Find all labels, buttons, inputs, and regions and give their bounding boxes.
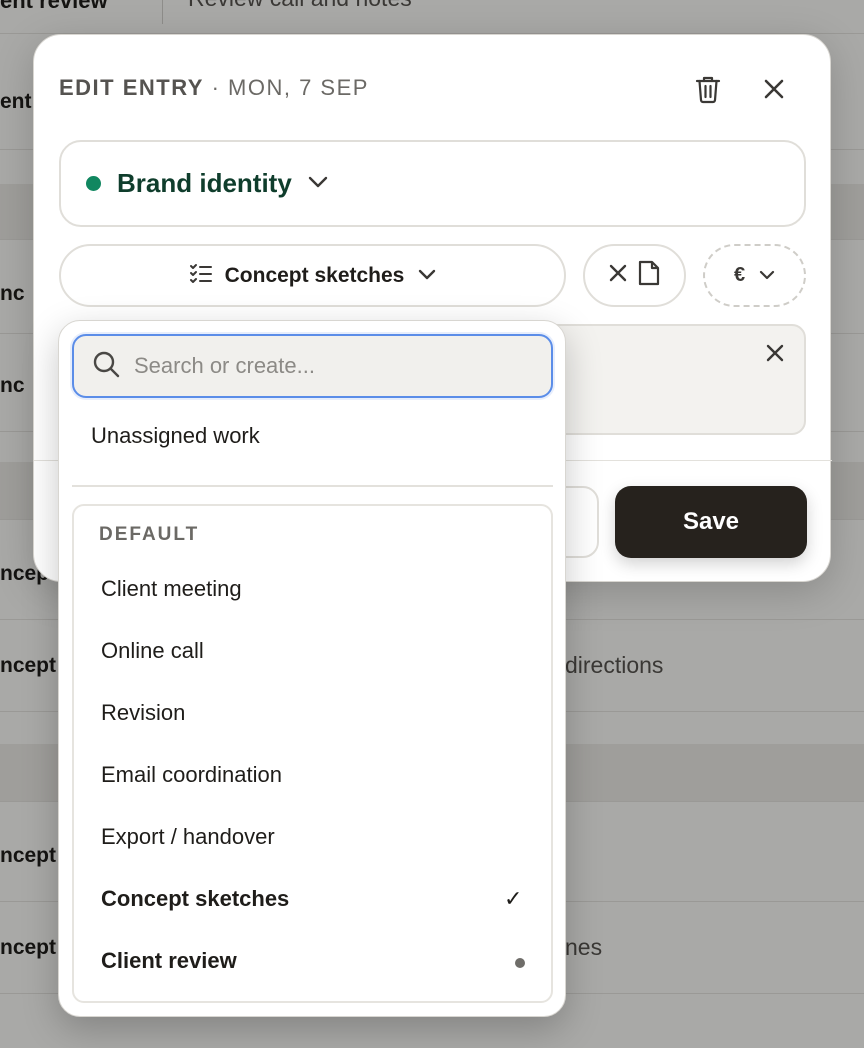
option-item[interactable]: Export / handover [101,824,275,850]
clear-notes-button[interactable] [760,340,790,370]
option-item-selected[interactable]: Concept sketches [101,886,289,912]
currency-select[interactable]: € [703,244,806,307]
task-dropdown: Unassigned work DEFAULT Client meeting O… [58,320,566,1017]
dropdown-divider [72,485,553,487]
bg-row-title: ent review [0,0,108,13]
bg-row-description: nes [565,934,603,960]
delete-button[interactable] [688,71,728,111]
task-list-icon [189,263,213,288]
search-input[interactable] [134,353,534,379]
chevron-down-icon [418,267,436,285]
bg-row-description: Review call and notes [188,0,412,12]
group-label: DEFAULT [99,524,200,545]
modal-date: · MON, 7 SEP [203,75,369,100]
option-item[interactable]: Revision [101,700,185,726]
project-select[interactable]: Brand identity [59,140,806,227]
document-icon [637,260,661,291]
task-label: Concept sketches [224,263,405,287]
option-item[interactable]: Client meeting [101,576,242,602]
status-dot-icon [515,958,525,968]
project-color-dot [86,176,101,191]
close-icon [763,78,785,105]
unassigned-option[interactable]: Unassigned work [91,423,260,449]
project-name: Brand identity [117,168,292,198]
bg-row-title: ncept [0,654,57,677]
option-group: DEFAULT Client meeting Online call Revis… [72,504,553,1003]
chevron-down-icon [308,175,328,193]
task-select[interactable]: Concept sketches [59,244,566,307]
bg-row-description: directions [565,652,664,678]
option-item[interactable]: Client review [101,948,237,974]
close-icon [609,264,627,287]
bg-row-title: nc [0,374,25,397]
save-button[interactable]: Save [615,486,807,558]
billable-toggle[interactable] [583,244,686,307]
close-icon [766,344,784,367]
modal-title-label: EDIT ENTRY [59,75,204,100]
option-item[interactable]: Online call [101,638,204,664]
chevron-down-icon [759,267,775,285]
close-button[interactable] [754,71,794,111]
bg-row-title: ncept [0,844,57,867]
modal-title: EDIT ENTRY · MON, 7 SEP [59,75,369,101]
search-icon [92,350,120,383]
bg-row-title: nc [0,282,25,305]
checkmark-icon: ✓ [504,886,523,911]
bg-row-title: ncept [0,936,57,959]
search-box[interactable] [72,334,553,398]
option-item[interactable]: Email coordination [101,762,282,788]
trash-icon [694,74,722,109]
currency-symbol: € [733,264,746,286]
bg-row: ent review Review call and notes [0,0,864,34]
bg-divider [162,0,163,24]
bg-row-title: ent [0,90,32,113]
